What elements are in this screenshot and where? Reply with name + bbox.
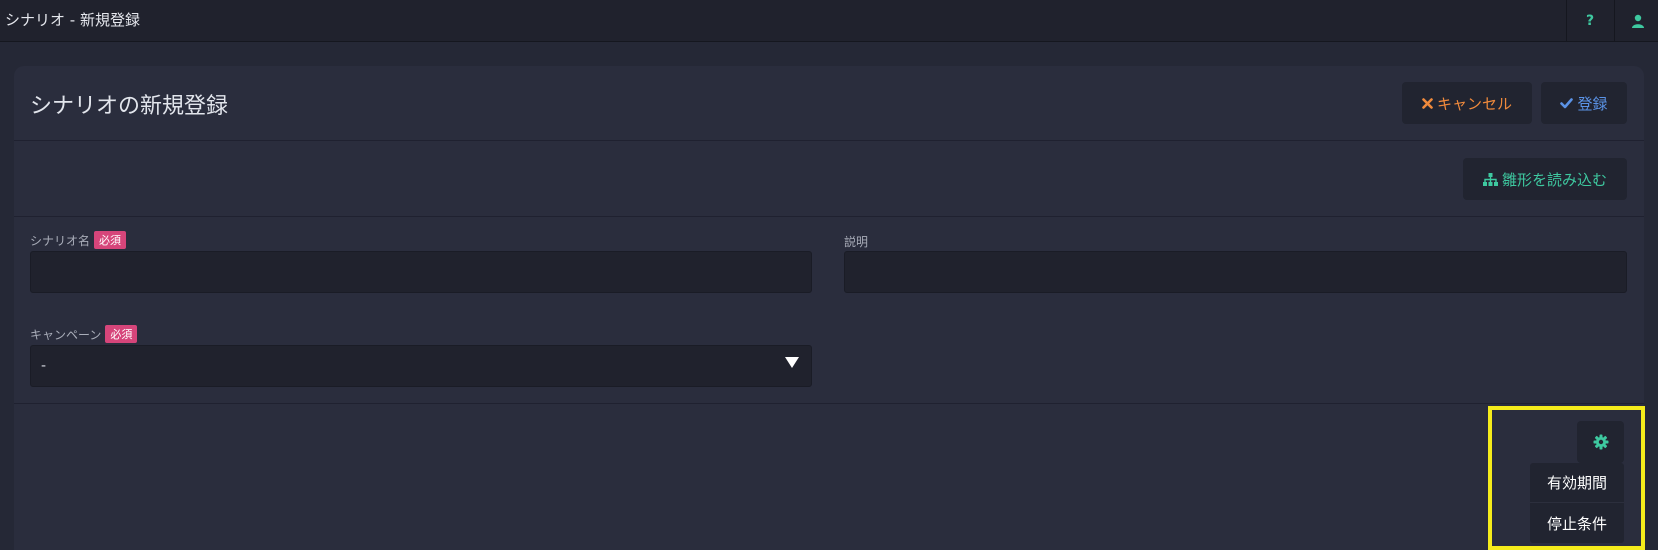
scenario-name-label-text: シナリオ名: [30, 233, 91, 248]
save-label: 登録: [1577, 94, 1608, 113]
settings-menu: 有効期間 停止条件: [1530, 463, 1624, 543]
campaign-select[interactable]: -: [30, 345, 812, 387]
save-button[interactable]: 登録: [1541, 82, 1627, 124]
card-header: シナリオの新規登録 キャンセル 登録: [14, 66, 1644, 141]
required-badge: 必須: [94, 231, 127, 249]
question-icon: ?: [1585, 13, 1595, 29]
close-icon: [1422, 97, 1433, 109]
menu-item-stop-conditions[interactable]: 停止条件: [1530, 503, 1624, 543]
campaign-label-text: キャンペーン: [30, 327, 102, 342]
description-label-text: 説明: [844, 235, 869, 249]
check-icon: [1560, 97, 1574, 108]
divider: [14, 403, 1644, 404]
scenario-name-input[interactable]: [30, 251, 812, 293]
campaign-select-value: -: [41, 358, 47, 374]
required-badge: 必須: [105, 325, 138, 343]
user-icon: [1632, 14, 1644, 28]
divider: [14, 216, 1644, 217]
scenario-form-card: シナリオの新規登録 キャンセル 登録 雛形を読み込む シナリオ名 必須 説明 キ…: [14, 66, 1644, 550]
menu-item-validity-period[interactable]: 有効期間: [1530, 463, 1624, 503]
user-button[interactable]: [1614, 0, 1658, 42]
campaign-label: キャンペーン 必須: [30, 325, 138, 343]
cancel-label: キャンセル: [1436, 94, 1512, 113]
sitemap-icon: [1482, 172, 1498, 186]
cancel-button[interactable]: キャンセル: [1402, 82, 1532, 124]
description-input[interactable]: [844, 251, 1627, 293]
description-label: 説明: [844, 233, 868, 250]
settings-button[interactable]: [1577, 421, 1624, 463]
gear-icon: [1593, 434, 1608, 450]
page-title: シナリオ - 新規登録: [5, 11, 140, 29]
load-template-button[interactable]: 雛形を読み込む: [1463, 158, 1627, 200]
card-title: シナリオの新規登録: [30, 94, 229, 119]
chevron-down-icon: [785, 357, 799, 368]
load-template-label: 雛形を読み込む: [1501, 170, 1607, 189]
top-bar: シナリオ - 新規登録 ?: [0, 0, 1658, 42]
help-button[interactable]: ?: [1566, 0, 1613, 42]
scenario-name-label: シナリオ名 必須: [30, 231, 127, 249]
